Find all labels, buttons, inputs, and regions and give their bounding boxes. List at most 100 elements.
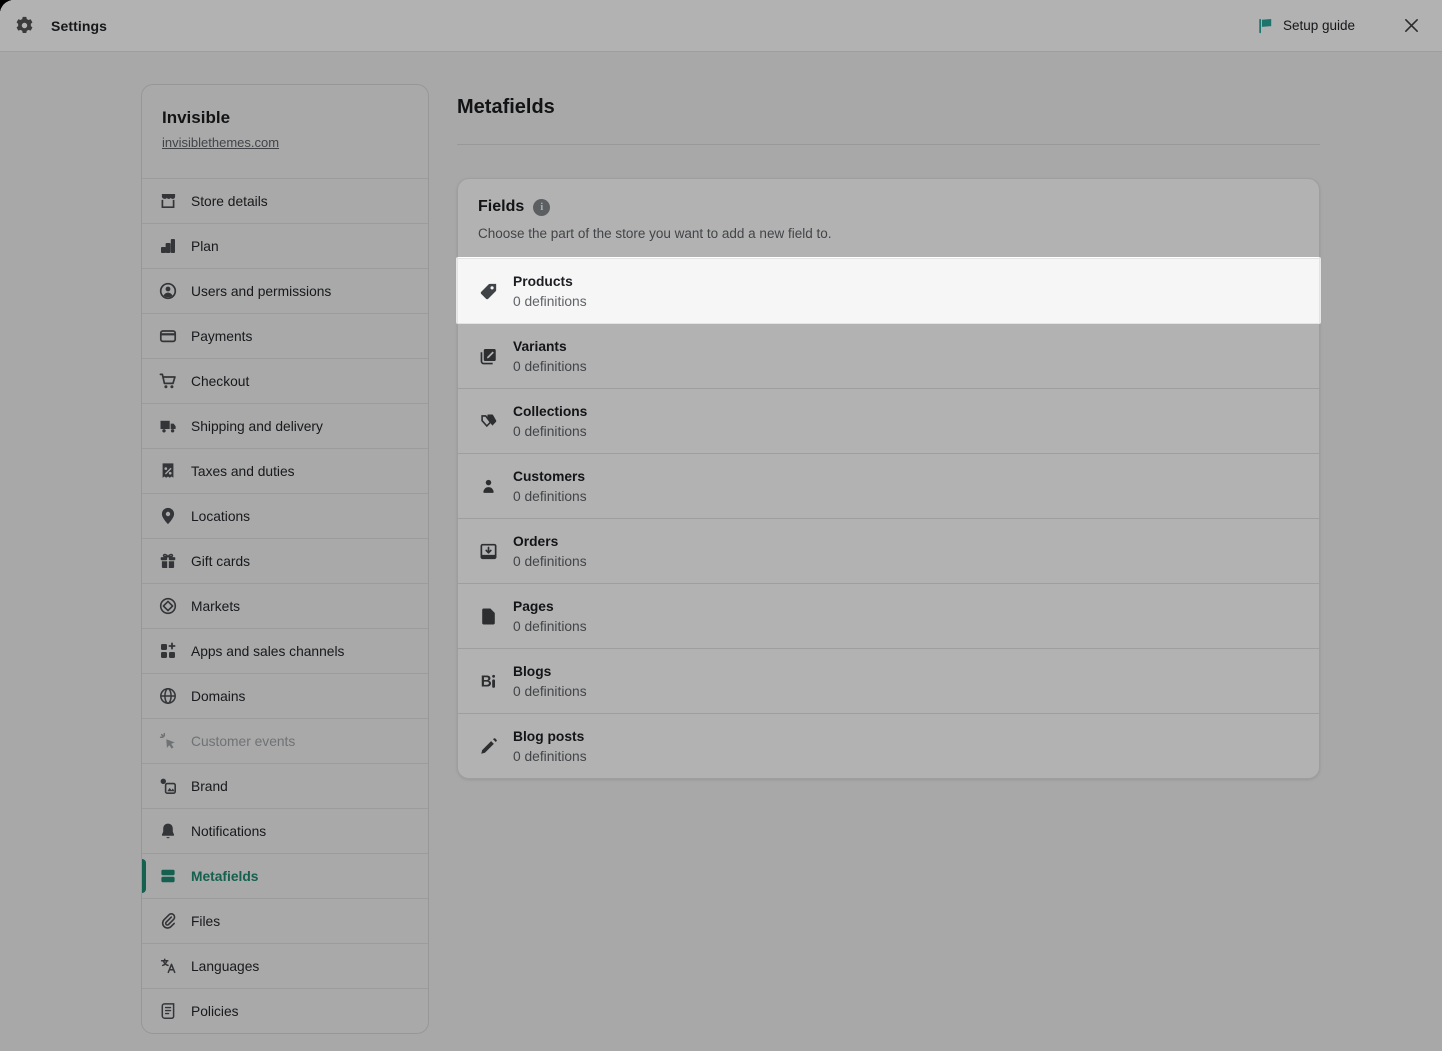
- settings-window: Settings Setup guide Invisible invisible…: [0, 0, 1442, 1051]
- field-label: Orders: [513, 533, 559, 549]
- page-title: Metafields: [457, 96, 555, 118]
- sidebar-item-plan[interactable]: Plan: [142, 223, 428, 268]
- field-row-variants[interactable]: Variants 0 definitions: [458, 323, 1319, 388]
- topbar: Settings Setup guide: [0, 0, 1442, 52]
- sidebar-item-label: Domains: [191, 688, 246, 704]
- field-row-customers[interactable]: Customers 0 definitions: [458, 453, 1319, 518]
- collections-icon: [478, 411, 499, 432]
- sidebar-item-locations[interactable]: Locations: [142, 493, 428, 538]
- languages-icon: [158, 956, 178, 976]
- field-label: Blogs: [513, 663, 552, 679]
- domains-icon: [158, 686, 178, 706]
- fields-card-header: Fields i Choose the part of the store yo…: [458, 179, 1319, 258]
- sidebar-item-label: Notifications: [191, 823, 267, 839]
- sidebar-item-languages[interactable]: Languages: [142, 943, 428, 988]
- sidebar-item-users-and-permissions[interactable]: Users and permissions: [142, 268, 428, 313]
- blogs-icon: B: [478, 671, 499, 692]
- setup-guide-button[interactable]: Setup guide: [1248, 11, 1363, 41]
- sidebar-item-customer-events: Customer events: [142, 718, 428, 763]
- locations-icon: [158, 506, 178, 526]
- sidebar-nav: Store details Plan Users and permissions…: [142, 178, 428, 1033]
- variants-icon: [478, 346, 499, 367]
- field-row-blogs[interactable]: B Blogs 0 definitions: [458, 648, 1319, 713]
- sidebar-item-label: Gift cards: [191, 553, 251, 569]
- sidebar-item-markets[interactable]: Markets: [142, 583, 428, 628]
- payments-icon: [158, 326, 178, 346]
- sidebar-item-label: Payments: [191, 328, 253, 344]
- shipping-icon: [158, 416, 178, 436]
- apps-icon: [158, 641, 178, 661]
- sidebar-item-metafields[interactable]: Metafields: [142, 853, 428, 898]
- markets-icon: [158, 596, 178, 616]
- sidebar-item-payments[interactable]: Payments: [142, 313, 428, 358]
- store-icon: [158, 191, 178, 211]
- field-row-pages[interactable]: Pages 0 definitions: [458, 583, 1319, 648]
- sidebar-item-store-details[interactable]: Store details: [142, 178, 428, 223]
- taxes-icon: [158, 461, 178, 481]
- field-count: 0 definitions: [513, 618, 587, 634]
- field-count: 0 definitions: [513, 553, 587, 569]
- sidebar-item-label: Policies: [191, 1003, 239, 1019]
- fields-card: Fields i Choose the part of the store yo…: [457, 178, 1320, 779]
- sidebar-item-policies[interactable]: Policies: [142, 988, 428, 1033]
- close-button[interactable]: [1397, 11, 1426, 40]
- topbar-left: Settings: [14, 15, 107, 36]
- metafields-icon: [158, 866, 178, 886]
- svg-text:B: B: [481, 673, 492, 690]
- sidebar-item-label: Languages: [191, 958, 260, 974]
- sidebar-item-notifications[interactable]: Notifications: [142, 808, 428, 853]
- setup-guide-label: Setup guide: [1282, 18, 1355, 33]
- policies-icon: [158, 1001, 178, 1021]
- sidebar-item-label: Brand: [191, 778, 228, 794]
- info-icon[interactable]: i: [533, 198, 551, 216]
- checkout-icon: [158, 371, 178, 391]
- sidebar-item-label: Users and permissions: [191, 283, 332, 299]
- files-icon: [158, 911, 178, 931]
- title-divider: [457, 144, 1320, 145]
- fields-list: Products 0 definitions Variants 0 defini…: [458, 258, 1319, 778]
- field-label: Customers: [513, 468, 586, 484]
- field-row-collections[interactable]: Collections 0 definitions: [458, 388, 1319, 453]
- sidebar-item-apps-and-sales-channels[interactable]: Apps and sales channels: [142, 628, 428, 673]
- field-row-products[interactable]: Products 0 definitions: [458, 258, 1319, 323]
- sidebar-item-taxes-and-duties[interactable]: Taxes and duties: [142, 448, 428, 493]
- sidebar-item-label: Apps and sales channels: [191, 643, 345, 659]
- field-row-blog-posts[interactable]: Blog posts 0 definitions: [458, 713, 1319, 778]
- products-icon: [478, 281, 499, 302]
- plan-icon: [158, 236, 178, 256]
- field-label: Variants: [513, 338, 567, 354]
- sidebar-item-checkout[interactable]: Checkout: [142, 358, 428, 403]
- field-count: 0 definitions: [513, 358, 587, 374]
- sidebar: Invisible invisiblethemes.com Store deta…: [141, 84, 429, 1034]
- sidebar-item-label: Metafields: [191, 868, 259, 884]
- sidebar-item-label: Customer events: [191, 733, 296, 749]
- sidebar-item-shipping-and-delivery[interactable]: Shipping and delivery: [142, 403, 428, 448]
- customers-icon: [478, 476, 499, 497]
- field-count: 0 definitions: [513, 488, 587, 504]
- field-count: 0 definitions: [513, 683, 587, 699]
- gear-icon: [14, 15, 35, 36]
- sidebar-item-brand[interactable]: Brand: [142, 763, 428, 808]
- gift-cards-icon: [158, 551, 178, 571]
- sidebar-item-label: Locations: [191, 508, 251, 524]
- field-row-orders[interactable]: Orders 0 definitions: [458, 518, 1319, 583]
- field-count: 0 definitions: [513, 293, 587, 309]
- blog-posts-icon: [478, 736, 499, 757]
- orders-icon: [478, 541, 499, 562]
- flag-icon: [1256, 17, 1274, 35]
- store-domain-link[interactable]: invisiblethemes.com: [162, 135, 279, 151]
- brand-icon: [158, 776, 178, 796]
- sidebar-header: Invisible invisiblethemes.com: [142, 85, 428, 178]
- store-name: Invisible: [162, 108, 231, 127]
- sidebar-item-files[interactable]: Files: [142, 898, 428, 943]
- field-label: Pages: [513, 598, 554, 614]
- close-icon: [1401, 15, 1422, 36]
- sidebar-item-label: Plan: [191, 238, 219, 254]
- fields-card-description: Choose the part of the store you want to…: [478, 226, 832, 241]
- field-label: Collections: [513, 403, 588, 419]
- users-icon: [158, 281, 178, 301]
- field-label: Blog posts: [513, 728, 585, 744]
- sidebar-item-label: Shipping and delivery: [191, 418, 323, 434]
- sidebar-item-gift-cards[interactable]: Gift cards: [142, 538, 428, 583]
- sidebar-item-domains[interactable]: Domains: [142, 673, 428, 718]
